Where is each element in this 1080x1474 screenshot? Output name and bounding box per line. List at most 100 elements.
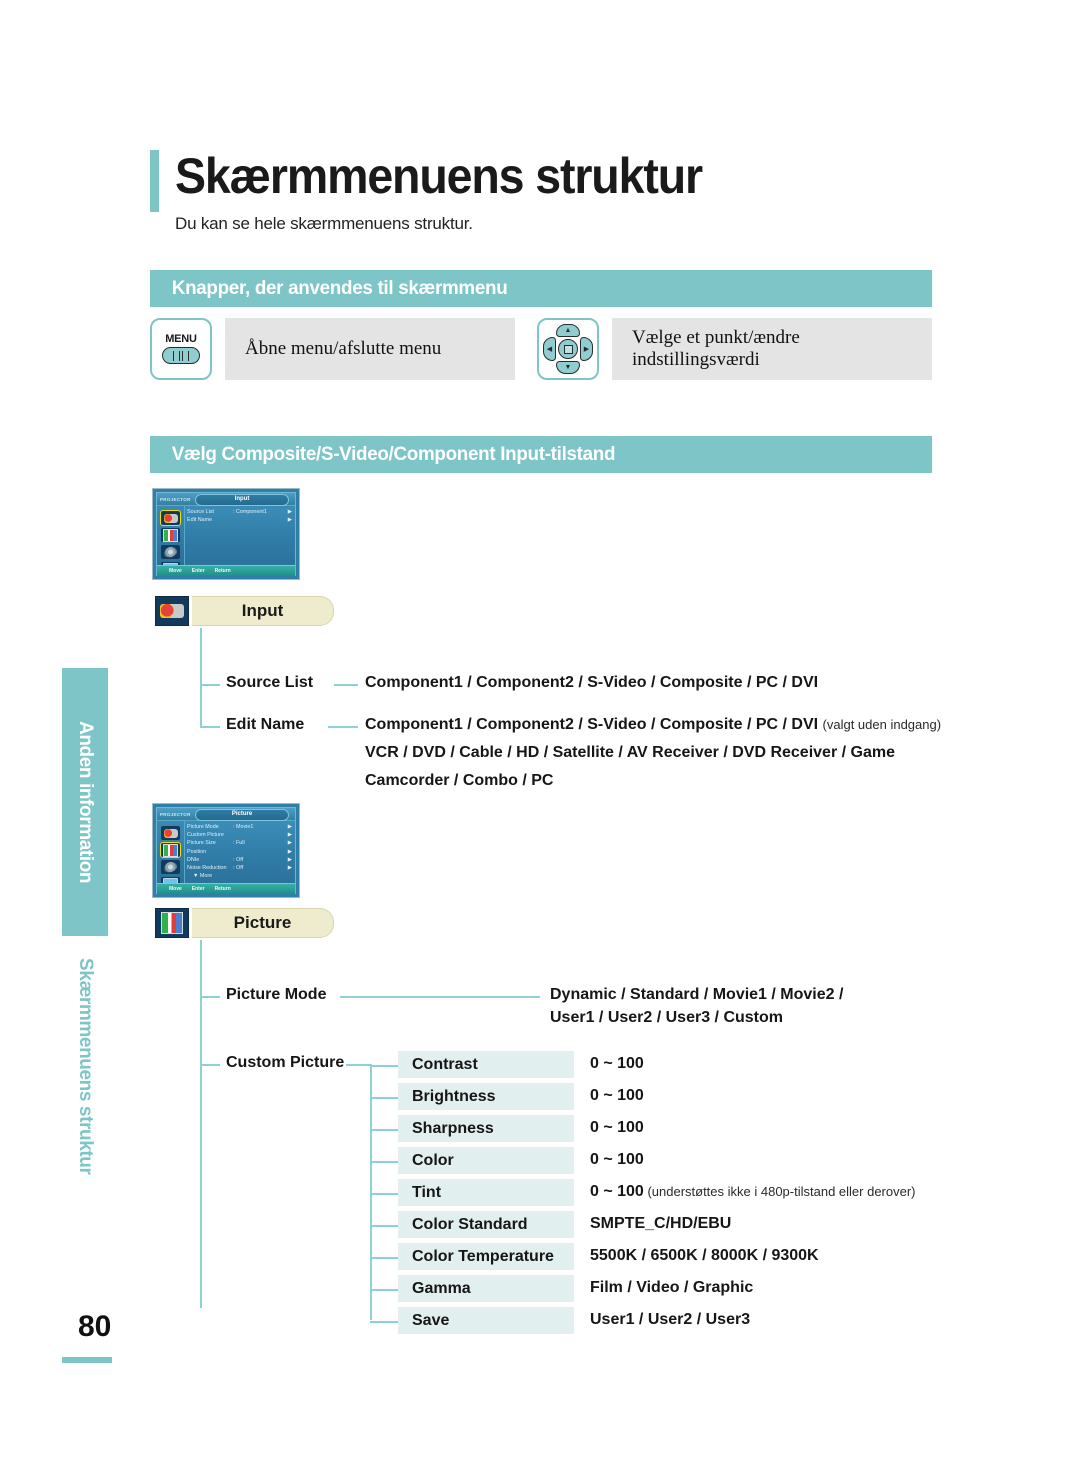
osd-screenshot-input: PROJECTOR Input Source List : Component1… [152, 488, 300, 580]
osd-menu-list: Picture Mode: Movie1 ▶ Custom Picture ▶ Pict… [187, 823, 292, 884]
sidebar-tab-anden-information[interactable]: Anden information [62, 668, 108, 936]
custom-picture-row-value: Film / Video / Graphic [590, 1279, 754, 1296]
custom-picture-row-label: Contrast [398, 1051, 574, 1078]
tree-connector [370, 1193, 398, 1195]
osd-row-arrow-icon: ▶ [287, 824, 292, 830]
tree-connector [200, 1064, 220, 1066]
osd-icon-rail [157, 506, 185, 576]
custom-picture-row-value: User1 / User2 / User3 [590, 1311, 751, 1328]
osd-row-label: Custom Picture [187, 832, 224, 839]
picture-category-header: Picture [150, 908, 950, 938]
tree-connector [200, 726, 220, 728]
button-legend-row: MENU Åbne menu/afslutte menu ▲ ▼ ◀ ▶ Væl… [150, 318, 940, 380]
osd-row-arrow-icon: ▶ [287, 856, 292, 863]
osd-menu-row: Edit Name ▶ [187, 516, 292, 524]
osd-screenshot-picture: PROJECTOR Picture Picture Mode: Movie1 ▶ C… [152, 803, 300, 898]
section-heading-buttons: Knapper, der anvendes til skærmmenu [150, 270, 933, 307]
osd-row-value: : Movie1 [233, 824, 254, 830]
tree-connector [370, 1065, 398, 1067]
av-plug-icon [155, 596, 189, 626]
osd-menu-row: Position ▶ [187, 848, 292, 856]
legend-spacer [515, 318, 537, 380]
osd-rail-lens-icon [161, 860, 180, 874]
osd-brand-label: PROJECTOR [160, 811, 191, 817]
custom-picture-row-label: Color [398, 1147, 574, 1174]
custom-picture-row-note: (understøttes ikke i 480p-tilstand eller… [643, 1184, 916, 1199]
osd-row-arrow-icon: ▶ [287, 848, 292, 855]
osd-row-value: : Component1 [233, 509, 267, 515]
osd-row-arrow-icon: ▶ [287, 509, 292, 515]
custom-picture-row-label: Color Temperature [398, 1243, 574, 1270]
osd-title-input: Input [195, 494, 289, 506]
osd-menu-row: Custom Picture ▶ [187, 831, 292, 839]
osd-footer-enter: Enter [191, 886, 205, 892]
osd-row-arrow-icon: ▶ [287, 865, 292, 872]
custom-picture-row-label: Tint [398, 1179, 574, 1206]
value-picture-mode-2: User1 / User2 / User3 / Custom [550, 1009, 783, 1026]
osd-icon-rail [157, 821, 185, 891]
tree-connector [370, 1129, 398, 1131]
menu-button-icon: MENU [150, 318, 212, 380]
legend-cell-menu: MENU Åbne menu/afslutte menu [150, 318, 515, 380]
osd-row-label: Picture Size [187, 840, 216, 847]
input-menu-tree: Input Source List Component1 / Component… [150, 596, 950, 789]
osd-footer-return: Return [214, 568, 231, 574]
page-number-rule [62, 1357, 112, 1363]
custom-picture-row-value: 0 ~ 100 [590, 1055, 644, 1072]
osd-footer-enter: Enter [191, 568, 205, 574]
osd-rail-input-icon [161, 826, 180, 840]
osd-rail-picture-icon [161, 528, 180, 542]
value-picture-mode-1: Dynamic / Standard / Movie1 / Movie2 / [550, 986, 844, 1003]
custom-picture-row-value: SMPTE_C/HD/EBU [590, 1215, 732, 1232]
osd-menu-row: Picture Mode : Movie1 ▶ [187, 823, 292, 831]
osd-footer-move: Move [169, 568, 182, 574]
osd-row-arrow-icon: ▶ [287, 517, 292, 524]
osd-footer-bar: Move Enter Return [157, 883, 295, 894]
osd-menu-row: Noise Reduction : Off ▶ [187, 864, 292, 872]
page-subtitle: Du kan se hele skærmmenuens struktur. [175, 214, 473, 233]
menu-key-label: MENU [165, 333, 197, 345]
picture-category-label: Picture [192, 908, 334, 938]
osd-topbar: PROJECTOR Input [157, 493, 295, 506]
node-edit-name: Edit Name [226, 716, 305, 733]
tree-connector [370, 1064, 372, 1320]
osd-rail-input-icon [160, 510, 181, 526]
dpad-up-icon: ▲ [556, 324, 580, 337]
tree-connector [200, 684, 220, 686]
picture-menu-tree: Picture Picture Mode Dynamic / Standard … [150, 908, 950, 1358]
osd-row-arrow-icon: ▶ [287, 832, 292, 839]
page-title: Skærmmenuens struktur [175, 148, 703, 204]
osd-row-arrow-icon: ▶ [287, 840, 292, 847]
osd-rail-lens-icon [161, 545, 180, 559]
section-heading-input: Vælg Composite/S-Video/Component Input-t… [150, 436, 933, 473]
osd-menu-row: DNIe: Off ▶ [187, 856, 292, 864]
legend-cell-dpad: ▲ ▼ ◀ ▶ Vælge et punkt/ændre indstilling… [537, 318, 932, 380]
direction-pad-icon: ▲ ▼ ◀ ▶ [537, 318, 599, 380]
tree-connector [334, 684, 358, 686]
node-source-list: Source List [226, 674, 314, 691]
osd-footer-return: Return [214, 886, 231, 892]
osd-row-value: : Off [233, 856, 244, 863]
custom-picture-row-value: 0 ~ 100 [590, 1087, 644, 1104]
legend-text-dpad: Vælge et punkt/ændre indstillingsværdi [612, 318, 932, 380]
page-number: 80 [78, 1310, 112, 1343]
osd-row-value: : Off [233, 865, 244, 872]
custom-picture-row-value: 0 ~ 100 [590, 1119, 644, 1136]
osd-row-label: Picture Mode [187, 824, 219, 830]
osd-menu-list: Source List : Component1 ▶ Edit Name ▶ [187, 508, 292, 566]
sidebar-tab-skaermmenuens-struktur[interactable]: Skærmmenuens struktur [62, 936, 108, 1196]
tree-connector [340, 996, 540, 998]
custom-picture-row-label: Gamma [398, 1275, 574, 1302]
tree-connector [200, 996, 220, 998]
color-bars-icon [155, 908, 189, 938]
legend-text-menu: Åbne menu/afslutte menu [225, 318, 515, 380]
tree-connector [370, 1257, 398, 1259]
tree-connector [370, 1321, 398, 1323]
osd-menu-row: Picture Size: Full ▶ [187, 839, 292, 847]
custom-picture-row-value: 0 ~ 100 [590, 1151, 644, 1168]
osd-row-label: Noise Reduction [187, 865, 227, 872]
dpad-right-icon: ▶ [580, 337, 593, 361]
menu-key-pill [162, 347, 200, 364]
dpad-center-icon [558, 339, 578, 359]
osd-footer-bar: Move Enter Return [157, 565, 295, 576]
